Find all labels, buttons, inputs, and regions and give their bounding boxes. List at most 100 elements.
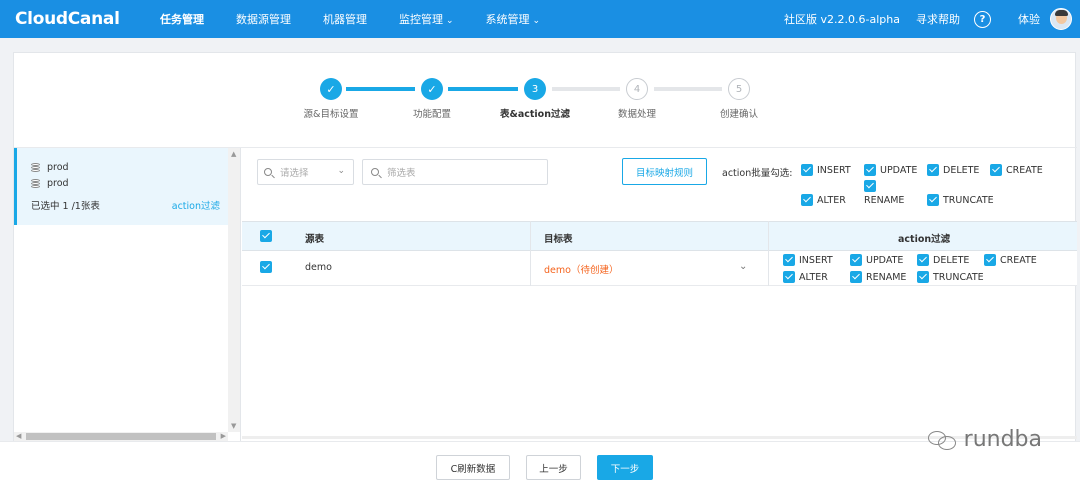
help-link[interactable]: 寻求帮助 [916,11,960,27]
checkbox-checked-icon [990,164,1002,176]
checkbox-checked-icon [801,164,813,176]
nav-task-management[interactable]: 任务管理 [160,11,204,27]
row-rename-checkbox[interactable]: RENAME [850,271,906,283]
avatar[interactable] [1050,8,1072,30]
vertical-scrollbar[interactable]: ▲ ▼ [228,148,240,432]
col-action-filter: action过滤 [898,234,951,245]
top-nav-bar: CloudCanal 任务管理 数据源管理 机器管理 监控管理 ⌄ 系统管理 ⌄ 社… [0,0,1080,38]
row-insert-checkbox[interactable]: INSERT [783,254,833,266]
step-connector [448,87,518,91]
scroll-left-icon[interactable]: ◀ [16,432,21,440]
step-2-done-icon: ✓ [421,78,443,100]
step-connector [552,87,620,91]
row-create-checkbox[interactable]: CREATE [984,254,1037,266]
footer-bar: C刷新数据 上一步 下一步 [0,441,1080,484]
source-table-name: demo [305,262,332,273]
column-divider [530,221,531,286]
step-1-label: 源&目标设置 [303,109,359,120]
wechat-icon [927,429,958,451]
app-logo[interactable]: CloudCanal [15,9,145,29]
step-4-label: 数据处理 [617,109,657,120]
checkbox-checked-icon [783,271,795,283]
batch-truncate-checkbox[interactable]: TRUNCATE [927,194,994,206]
batch-delete-checkbox[interactable]: DELETE [927,164,979,176]
refresh-data-button[interactable]: C刷新数据 [436,455,510,480]
checkbox-checked-icon [927,164,939,176]
checkbox-checked-icon [850,271,862,283]
database-icon [31,178,40,189]
batch-alter-checkbox[interactable]: ALTER [801,194,846,206]
batch-update-checkbox[interactable]: UPDATE [864,164,917,176]
checkbox-checked-icon [984,254,996,266]
batch-action-label: action批量勾选: [722,168,793,179]
table-filter-input[interactable]: 筛选表 [362,159,548,185]
checkbox-checked-icon [864,164,876,176]
checkbox-checked-icon [917,271,929,283]
batch-insert-checkbox[interactable]: INSERT [801,164,851,176]
nav-system-management[interactable]: 系统管理 ⌄ [486,11,541,27]
source-db-row: prod [31,162,69,173]
prev-step-button[interactable]: 上一步 [526,455,581,480]
nav-machine-management[interactable]: 机器管理 [323,11,367,27]
scroll-thumb[interactable] [26,433,216,440]
scroll-right-icon[interactable]: ▶ [221,432,226,440]
row-update-checkbox[interactable]: UPDATE [850,254,903,266]
select-placeholder: 请选择 [280,168,309,179]
step-connector [346,87,415,91]
user-name[interactable]: 体验 [1018,11,1040,27]
table-row: demo demo（待创建） ⌄ INSERT UPDATE DELETE CR… [242,251,1077,286]
checkbox-checked-icon [917,254,929,266]
task-create-card: ✓ ✓ 3 4 5 源&目标设置 功能配置 表&action过滤 数据处理 创建… [13,52,1077,484]
col-target-table: 目标表 [544,234,573,245]
step-2-label: 功能配置 [412,109,452,120]
target-table-select[interactable]: demo（待创建） [544,262,618,276]
step-progress: ✓ ✓ 3 4 5 源&目标设置 功能配置 表&action过滤 数据处理 创建… [14,78,1077,128]
row-checkbox[interactable] [260,261,272,273]
action-filter-link[interactable]: action过滤 [172,198,220,212]
target-db-name: prod [47,178,69,189]
version-label: 社区版 v2.2.0.6-alpha [784,13,900,26]
source-db-name: prod [47,162,69,173]
chevron-down-icon: ⌄ [446,16,454,26]
next-step-button[interactable]: 下一步 [597,455,653,480]
chevron-down-icon: ⌄ [532,16,541,26]
checkbox-checked-icon [864,180,876,192]
batch-rename-checkbox[interactable]: RENAME [864,180,904,206]
help-icon[interactable]: ? [974,10,991,28]
db-select-dropdown[interactable]: 请选择 ⌄ [257,159,354,185]
selected-count: 已选中 1 /1张表 [31,201,100,212]
table-header: 源表 目标表 action过滤 [242,221,1077,251]
step-4-number: 4 [626,78,648,100]
watermark-text: rundba [963,427,1042,452]
row-alter-checkbox[interactable]: ALTER [783,271,828,283]
scroll-down-icon[interactable]: ▼ [231,422,236,430]
step-5-label: 创建确认 [719,109,759,120]
row-truncate-checkbox[interactable]: TRUNCATE [917,271,984,283]
step-3-number: 3 [524,78,546,100]
db-list-item[interactable]: prod prod 已选中 1 /1张表 action过滤 [14,148,228,225]
row-delete-checkbox[interactable]: DELETE [917,254,969,266]
nav-datasource-management[interactable]: 数据源管理 [236,11,291,27]
step-1-done-icon: ✓ [320,78,342,100]
column-divider [768,221,769,286]
target-db-row: prod [31,178,69,189]
watermark: rundba [927,427,1042,452]
nav-monitor-management[interactable]: 监控管理 ⌄ [399,11,454,27]
checkbox-checked-icon [850,254,862,266]
filter-placeholder: 筛选表 [387,168,416,179]
scroll-up-icon[interactable]: ▲ [231,150,236,158]
batch-create-checkbox[interactable]: CREATE [990,164,1043,176]
database-icon [31,162,40,173]
step-5-number: 5 [728,78,750,100]
step-3-label: 表&action过滤 [500,109,570,120]
chevron-down-icon[interactable]: ⌄ [739,261,747,272]
checkbox-checked-icon [783,254,795,266]
checkbox-checked-icon [927,194,939,206]
select-all-checkbox[interactable] [260,230,272,242]
search-icon [264,168,272,176]
db-list-panel: prod prod 已选中 1 /1张表 action过滤 ▲ ▼ ◀ ▶ [14,148,241,484]
main-nav: 任务管理 数据源管理 机器管理 监控管理 ⌄ 系统管理 ⌄ [160,11,572,27]
horizontal-scrollbar[interactable]: ◀ ▶ [14,432,228,441]
search-icon [371,168,379,176]
target-mapping-rule-button[interactable]: 目标映射规则 [622,158,707,185]
